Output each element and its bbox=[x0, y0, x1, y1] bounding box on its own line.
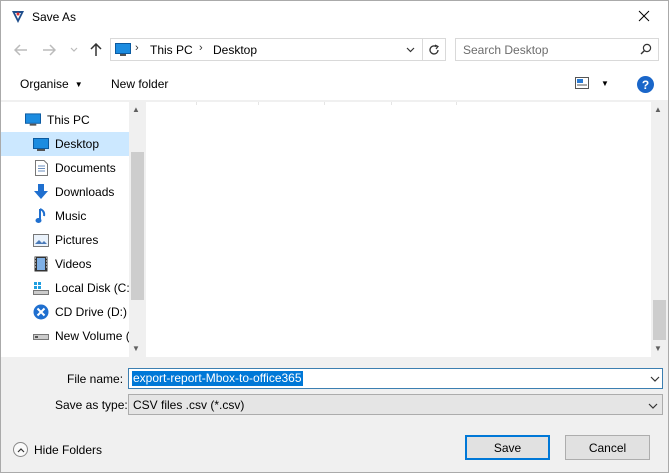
chevron-down-icon bbox=[406, 47, 414, 53]
file-name-value[interactable]: export-report-Mbox-to-office365 bbox=[132, 371, 303, 386]
breadcrumb-this-pc[interactable]: This PC bbox=[150, 43, 193, 57]
save-as-type-dropdown-button[interactable] bbox=[648, 399, 658, 413]
nav-item-label: Desktop bbox=[55, 137, 100, 151]
hide-folders-toggle[interactable]: Hide Folders bbox=[13, 442, 102, 457]
forward-arrow-icon bbox=[43, 44, 56, 56]
caret-down-icon: ▼ bbox=[601, 78, 609, 88]
close-icon bbox=[638, 10, 650, 22]
nav-item-label: Documents bbox=[55, 161, 116, 175]
breadcrumb-desktop[interactable]: Desktop bbox=[213, 43, 257, 57]
caret-down-icon: ▼ bbox=[74, 80, 83, 89]
new-folder-button[interactable]: New folder bbox=[111, 77, 168, 91]
save-as-type-label: Save as type: bbox=[55, 398, 128, 412]
nav-item-downloads[interactable]: Downloads bbox=[1, 180, 129, 204]
scroll-down-arrow-icon[interactable]: ▼ bbox=[654, 344, 662, 353]
new-volume-icon bbox=[33, 328, 49, 344]
scrollbar-thumb[interactable] bbox=[653, 300, 666, 340]
nav-item-label: Downloads bbox=[55, 185, 115, 199]
app-logo-icon bbox=[10, 9, 26, 25]
nav-item-new-volume[interactable]: New Volume ( bbox=[1, 324, 129, 348]
nav-item-this-pc[interactable]: This PC bbox=[1, 108, 129, 132]
save-button[interactable]: Save bbox=[465, 435, 550, 460]
this-pc-icon bbox=[25, 112, 41, 128]
navigation-pane-scrollbar[interactable]: ▲ ▼ bbox=[129, 102, 146, 357]
nav-item-cd-drive[interactable]: CD Drive (D:) X bbox=[1, 300, 129, 324]
cancel-button[interactable]: Cancel bbox=[565, 435, 650, 460]
chevron-down-icon bbox=[650, 376, 660, 382]
nav-item-label: Local Disk (C:) bbox=[55, 281, 129, 295]
window-title: Save As bbox=[32, 10, 77, 24]
column-divider bbox=[196, 102, 197, 105]
desktop-icon bbox=[33, 136, 49, 152]
view-options-icon bbox=[575, 77, 589, 89]
command-toolbar: Organise ▼ New folder ▼ ? bbox=[1, 68, 668, 101]
nav-item-label: Videos bbox=[55, 257, 92, 271]
organise-label: Organise bbox=[20, 77, 69, 91]
refresh-icon bbox=[429, 43, 439, 55]
search-icon[interactable] bbox=[640, 43, 652, 58]
nav-item-local-disk[interactable]: Local Disk (C:) bbox=[1, 276, 129, 300]
pictures-icon bbox=[33, 232, 49, 248]
hide-folders-label: Hide Folders bbox=[34, 442, 103, 457]
breadcrumb-separator-icon: › bbox=[199, 42, 203, 54]
nav-item-label: CD Drive (D:) X bbox=[55, 305, 129, 319]
up-button[interactable] bbox=[86, 40, 106, 60]
breadcrumb-separator-icon: › bbox=[135, 42, 139, 54]
nav-item-label: New Volume ( bbox=[55, 329, 129, 343]
chevron-down-icon bbox=[648, 403, 658, 409]
downloads-icon bbox=[33, 184, 49, 200]
search-box bbox=[455, 38, 659, 61]
videos-icon bbox=[33, 256, 49, 272]
refresh-button[interactable] bbox=[422, 39, 445, 60]
help-button[interactable]: ? bbox=[637, 76, 654, 93]
column-divider bbox=[391, 102, 392, 105]
close-button[interactable] bbox=[634, 6, 654, 26]
title-bar[interactable]: Save As bbox=[1, 1, 668, 32]
nav-item-music[interactable]: Music bbox=[1, 204, 129, 228]
scroll-up-arrow-icon[interactable]: ▲ bbox=[654, 105, 662, 114]
nav-item-desktop[interactable]: Desktop bbox=[1, 132, 129, 156]
scrollbar-thumb[interactable] bbox=[131, 152, 144, 300]
music-icon bbox=[33, 208, 49, 224]
documents-icon bbox=[33, 160, 49, 176]
nav-item-label: Pictures bbox=[55, 233, 99, 247]
nav-item-documents[interactable]: Documents bbox=[1, 156, 129, 180]
change-view-button[interactable]: ▼ bbox=[575, 77, 609, 89]
scroll-down-arrow-icon[interactable]: ▼ bbox=[132, 344, 140, 353]
navigation-bar: › This PC › Desktop bbox=[1, 32, 668, 68]
save-as-type-select[interactable]: CSV files .csv (*.csv) bbox=[128, 394, 663, 415]
file-name-input[interactable]: export-report-Mbox-to-office365 bbox=[128, 368, 663, 389]
nav-item-label: Music bbox=[55, 209, 87, 223]
recent-locations-button[interactable] bbox=[64, 40, 84, 60]
address-dropdown-button[interactable] bbox=[402, 41, 418, 59]
browser-area: This PC Desktop Documents Downloads Musi… bbox=[1, 101, 668, 357]
save-as-type-value: CSV files .csv (*.csv) bbox=[133, 398, 245, 412]
chevron-up-icon bbox=[13, 442, 28, 457]
scroll-up-arrow-icon[interactable]: ▲ bbox=[132, 105, 140, 114]
file-name-label: File name: bbox=[67, 372, 124, 386]
organise-menu-button[interactable]: Organise ▼ bbox=[20, 77, 83, 91]
chevron-down-icon bbox=[70, 47, 78, 52]
search-input[interactable] bbox=[456, 39, 636, 60]
file-name-dropdown-button[interactable] bbox=[650, 372, 660, 386]
up-arrow-icon bbox=[90, 43, 102, 56]
cd-drive-icon bbox=[33, 304, 49, 320]
column-divider bbox=[258, 102, 259, 105]
local-disk-icon bbox=[33, 280, 49, 296]
forward-button[interactable] bbox=[39, 40, 59, 60]
save-as-dialog: Save As › This PC › Desktop Search Deskt… bbox=[0, 0, 669, 473]
nav-item-label: This PC bbox=[47, 113, 90, 127]
this-pc-icon bbox=[115, 43, 131, 56]
column-divider bbox=[456, 102, 457, 105]
column-divider bbox=[324, 102, 325, 105]
help-icon: ? bbox=[641, 77, 650, 92]
file-list-pane[interactable] bbox=[146, 102, 651, 357]
back-button[interactable] bbox=[11, 40, 31, 60]
navigation-pane: This PC Desktop Documents Downloads Musi… bbox=[1, 102, 146, 357]
back-arrow-icon bbox=[14, 44, 27, 56]
file-list-scrollbar[interactable]: ▲ ▼ bbox=[651, 102, 668, 357]
nav-item-videos[interactable]: Videos bbox=[1, 252, 129, 276]
nav-item-pictures[interactable]: Pictures bbox=[1, 228, 129, 252]
address-bar[interactable]: › This PC › Desktop bbox=[110, 38, 446, 61]
